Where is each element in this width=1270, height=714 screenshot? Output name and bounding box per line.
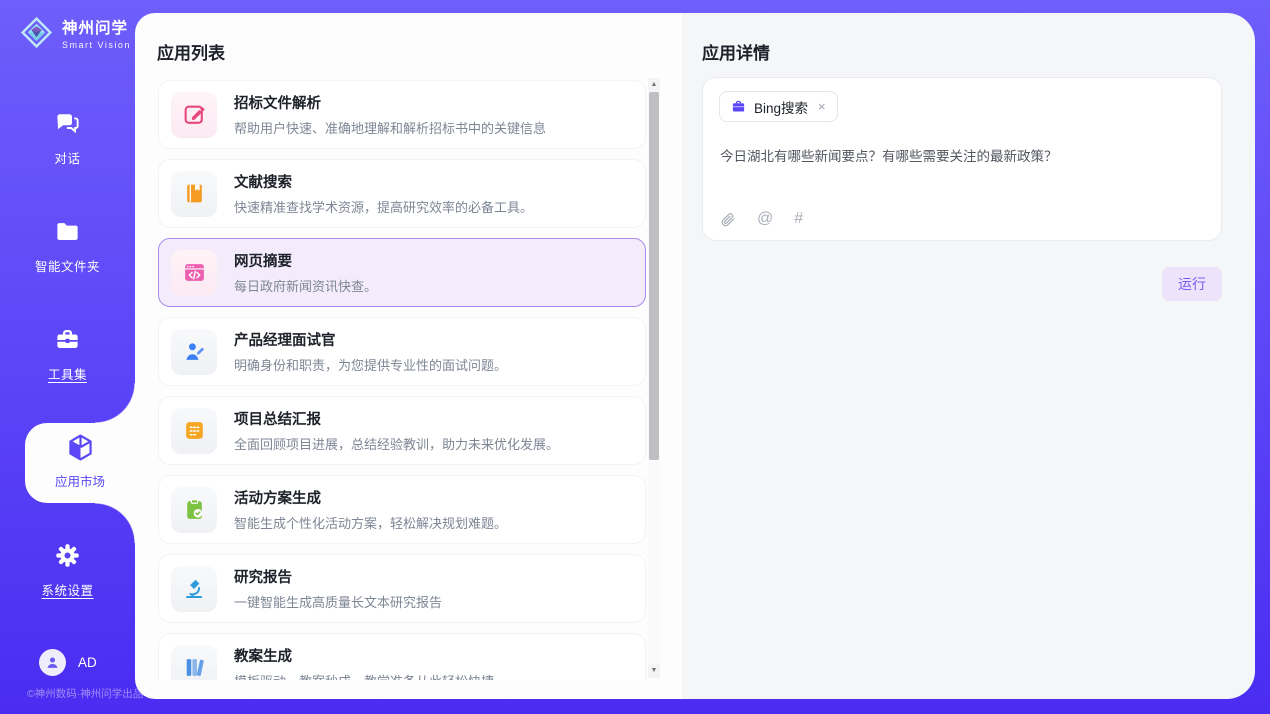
microscope-icon [171,566,217,612]
app-card-literature-search[interactable]: 文献搜索 快速精准查找学术资源，提高研究效率的必备工具。 [158,159,646,228]
interviewer-icon [171,329,217,375]
app-desc: 明确身份和职责，为您提供专业性的面试问题。 [234,355,507,374]
app-title: 活动方案生成 [234,487,507,508]
app-list-scrollbar[interactable]: ▲ ▼ [648,78,660,678]
app-title: 网页摘要 [234,250,377,271]
folder-icon [54,232,81,249]
sidebar-item-chat[interactable]: 对话 [0,110,135,167]
bubble-top-fillet [95,383,135,423]
app-title: 招标文件解析 [234,92,546,113]
hash-tag-icon[interactable]: # [794,210,803,228]
document-edit-icon [171,92,217,138]
app-detail-title: 应用详情 [702,39,1222,64]
app-card-web-summary[interactable]: 网页摘要 每日政府新闻资讯快查。 [158,238,646,307]
app-list-panel: 应用列表 招标文件解析 帮助用户快速、准确地理解和解析招标书中的关键信息 [135,13,682,699]
scroll-down-arrow-icon[interactable]: ▼ [648,664,660,678]
toolbox-icon [54,340,81,357]
clipboard-check-icon [171,487,217,533]
sidebar-item-label: 系统设置 [0,580,135,599]
browser-code-icon [171,250,217,296]
notes-icon [171,408,217,454]
gear-icon [54,556,81,573]
user-initials: AD [78,655,97,670]
app-desc: 模板驱动，教案秒成，教学准备从此轻松快捷 [234,671,494,680]
sidebar-item-label: 对话 [0,148,135,167]
app-title: 项目总结汇报 [234,408,559,429]
app-card-pm-interviewer[interactable]: 产品经理面试官 明确身份和职责，为您提供专业性的面试问题。 [158,317,646,386]
main-content: 应用列表 招标文件解析 帮助用户快速、准确地理解和解析招标书中的关键信息 [135,13,1255,699]
at-mention-icon[interactable]: @ [757,210,773,228]
brand-subtitle: Smart Vision [62,41,131,50]
sidebar-item-toolset[interactable]: 工具集 [0,326,135,383]
cube-icon [65,450,96,467]
chat-icon [54,124,81,141]
sidebar-item-label: 应用市场 [25,471,135,490]
book-icon [171,171,217,217]
books-icon [171,645,217,681]
sidebar: 神州问学 Smart Vision 对话 智能文件夹 [0,0,135,714]
prompt-card: Bing搜索 × 今日湖北有哪些新闻要点？有哪些需要关注的最新政策？ @ # [702,77,1222,241]
app-card-project-summary[interactable]: 项目总结汇报 全面回顾项目进展，总结经验教训，助力未来优化发展。 [158,396,646,465]
tool-tag-label: Bing搜索 [754,97,808,117]
app-list-title: 应用列表 [157,39,225,64]
scroll-up-arrow-icon[interactable]: ▲ [648,78,660,92]
app-detail-panel: 应用详情 Bing搜索 × 今日湖北有哪些新闻要点？有哪些需要关注的最新政策？ [682,13,1255,699]
brand-logo: 神州问学 Smart Vision [18,14,131,56]
app-title: 教案生成 [234,645,494,666]
run-row: 运行 [702,267,1222,301]
sidebar-item-smart-folder[interactable]: 智能文件夹 [0,218,135,275]
sidebar-item-label: 工具集 [0,364,135,383]
app-desc: 帮助用户快速、准确地理解和解析招标书中的关键信息 [234,118,546,137]
app-list: 招标文件解析 帮助用户快速、准确地理解和解析招标书中的关键信息 文献搜索 快速精… [158,80,646,680]
avatar [39,649,66,676]
briefcase-icon [731,99,746,114]
query-input[interactable]: 今日湖北有哪些新闻要点？有哪些需要关注的最新政策？ [720,147,1199,167]
sidebar-item-settings[interactable]: 系统设置 [0,542,135,599]
user-account[interactable]: AD [39,649,97,676]
brand-name: 神州问学 [62,20,128,37]
tool-tag-bing-search[interactable]: Bing搜索 × [719,91,838,122]
attachment-toolbar: @ # [720,210,803,228]
app-card-research-report[interactable]: 研究报告 一键智能生成高质量长文本研究报告 [158,554,646,623]
app-desc: 全面回顾项目进展，总结经验教训，助力未来优化发展。 [234,434,559,453]
app-desc: 快速精准查找学术资源，提高研究效率的必备工具。 [234,197,533,216]
scrollbar-thumb[interactable] [649,92,659,460]
app-title: 产品经理面试官 [234,329,507,350]
app-desc: 一键智能生成高质量长文本研究报告 [234,592,442,611]
tag-close-icon[interactable]: × [818,99,826,114]
app-title: 研究报告 [234,566,442,587]
app-desc: 每日政府新闻资讯快查。 [234,276,377,295]
app-title: 文献搜索 [234,171,533,192]
app-card-event-plan[interactable]: 活动方案生成 智能生成个性化活动方案，轻松解决规划难题。 [158,475,646,544]
run-button[interactable]: 运行 [1162,267,1222,301]
app-card-lesson-plan[interactable]: 教案生成 模板驱动，教案秒成，教学准备从此轻松快捷 [158,633,646,680]
sidebar-item-app-market[interactable]: 应用市场 [25,423,135,503]
bubble-bottom-fillet [95,503,135,543]
paperclip-icon[interactable] [720,211,736,228]
app-card-tender-parse[interactable]: 招标文件解析 帮助用户快速、准确地理解和解析招标书中的关键信息 [158,80,646,149]
app-desc: 智能生成个性化活动方案，轻松解决规划难题。 [234,513,507,532]
gem-logo-icon [18,14,55,56]
sidebar-item-label: 智能文件夹 [0,256,135,275]
copyright-footer: ©神州数码·神州问学出品 [27,686,143,701]
